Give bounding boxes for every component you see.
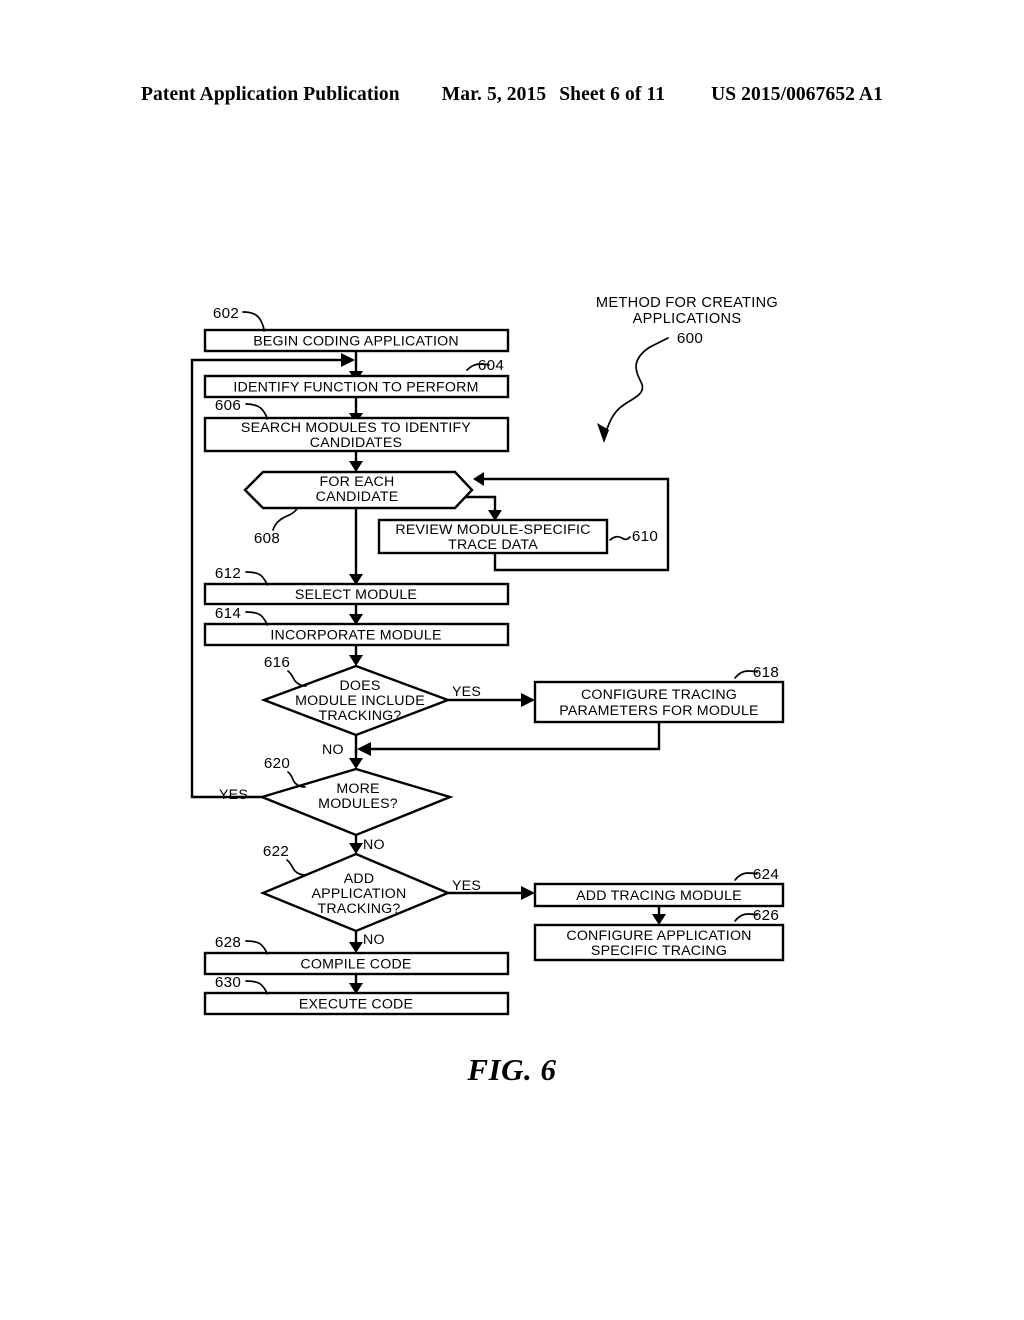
- node-622-ref: 622: [263, 843, 289, 860]
- node-626-label-line2: SPECIFIC TRACING: [591, 943, 727, 959]
- node-616-label-line1: DOES: [339, 678, 380, 694]
- node-614-ref: 614: [215, 605, 241, 622]
- node-610-ref: 610: [632, 528, 658, 545]
- node-626-ref: 626: [753, 907, 779, 924]
- node-616-ref: 616: [264, 654, 290, 671]
- node-624-label-line1: ADD TRACING MODULE: [576, 888, 742, 904]
- node-620-label-line1: MORE: [336, 781, 379, 797]
- node-620-label-line2: MODULES?: [318, 796, 398, 812]
- node-606-label-line1: SEARCH MODULES TO IDENTIFY: [241, 420, 471, 436]
- annotation-title-line1: METHOD FOR CREATING: [596, 295, 778, 311]
- node-612-label-line1: SELECT MODULE: [295, 587, 417, 603]
- branch-label-no-616: NO: [322, 742, 344, 758]
- branch-label-no-622: NO: [363, 932, 385, 948]
- node-602-ref: 602: [213, 305, 239, 322]
- node-604-label-line1: IDENTIFY FUNCTION TO PERFORM: [233, 380, 478, 396]
- branch-label-no-620: NO: [363, 837, 385, 853]
- node-606-ref: 606: [215, 397, 241, 414]
- figure-annotation: METHOD FOR CREATING APPLICATIONS 600: [596, 295, 778, 443]
- node-616-label-line3: TRACKING?: [319, 708, 402, 724]
- node-616-does-module-include-tracking[interactable]: DOES MODULE INCLUDE TRACKING? 616: [260, 654, 452, 737]
- node-602-begin-coding-application[interactable]: BEGIN CODING APPLICATION 602: [203, 305, 510, 353]
- node-614-label-line1: INCORPORATE MODULE: [270, 628, 441, 644]
- node-618-label-line2: PARAMETERS FOR MODULE: [559, 703, 758, 719]
- node-626-label-line1: CONFIGURE APPLICATION: [566, 928, 751, 944]
- node-610-review-module-trace-data[interactable]: REVIEW MODULE-SPECIFIC TRACE DATA 610: [377, 518, 658, 555]
- node-608-label-line1: FOR EACH: [320, 474, 395, 490]
- node-608-ref: 608: [254, 530, 280, 547]
- node-610-label-line1: REVIEW MODULE-SPECIFIC: [395, 522, 590, 538]
- node-616-label-line2: MODULE INCLUDE: [295, 693, 425, 709]
- node-630-ref: 630: [215, 974, 241, 991]
- figure-caption: FIG. 6: [467, 1052, 557, 1087]
- annotation-ref-600: 600: [677, 330, 703, 347]
- node-628-label-line1: COMPILE CODE: [300, 957, 411, 973]
- annotation-title-line2: APPLICATIONS: [633, 311, 742, 327]
- patent-figure-page: Patent Application Publication Mar. 5, 2…: [0, 0, 1024, 1320]
- node-622-add-application-tracking[interactable]: ADD APPLICATION TRACKING? 622: [259, 843, 452, 933]
- annotation-arrowhead: [597, 423, 609, 443]
- node-606-label-line2: CANDIDATES: [310, 435, 402, 451]
- node-622-label-line3: TRACKING?: [318, 901, 401, 917]
- branch-label-yes-616: YES: [452, 684, 481, 700]
- node-620-ref: 620: [264, 755, 290, 772]
- branch-label-yes-622: YES: [452, 878, 481, 894]
- node-618-label-line1: CONFIGURE TRACING: [581, 687, 737, 703]
- node-618-configure-tracing-parameters[interactable]: CONFIGURE TRACING PARAMETERS FOR MODULE …: [533, 664, 785, 724]
- node-618-ref: 618: [753, 664, 779, 681]
- node-612-ref: 612: [215, 565, 241, 582]
- branch-label-yes-620: YES: [219, 787, 248, 803]
- node-630-label-line1: EXECUTE CODE: [299, 997, 413, 1013]
- node-610-label-line2: TRACE DATA: [448, 537, 538, 553]
- node-628-ref: 628: [215, 934, 241, 951]
- node-622-label-line2: APPLICATION: [312, 886, 407, 902]
- node-622-label-line1: ADD: [344, 871, 375, 887]
- node-624-ref: 624: [753, 866, 779, 883]
- node-608-label-line2: CANDIDATE: [316, 489, 399, 505]
- flowchart-diagram: METHOD FOR CREATING APPLICATIONS 600 BEG…: [190, 295, 785, 1016]
- node-624-add-tracing-module[interactable]: ADD TRACING MODULE 624: [533, 866, 785, 908]
- node-604-ref: 604: [478, 357, 504, 374]
- node-602-label-line1: BEGIN CODING APPLICATION: [253, 334, 459, 350]
